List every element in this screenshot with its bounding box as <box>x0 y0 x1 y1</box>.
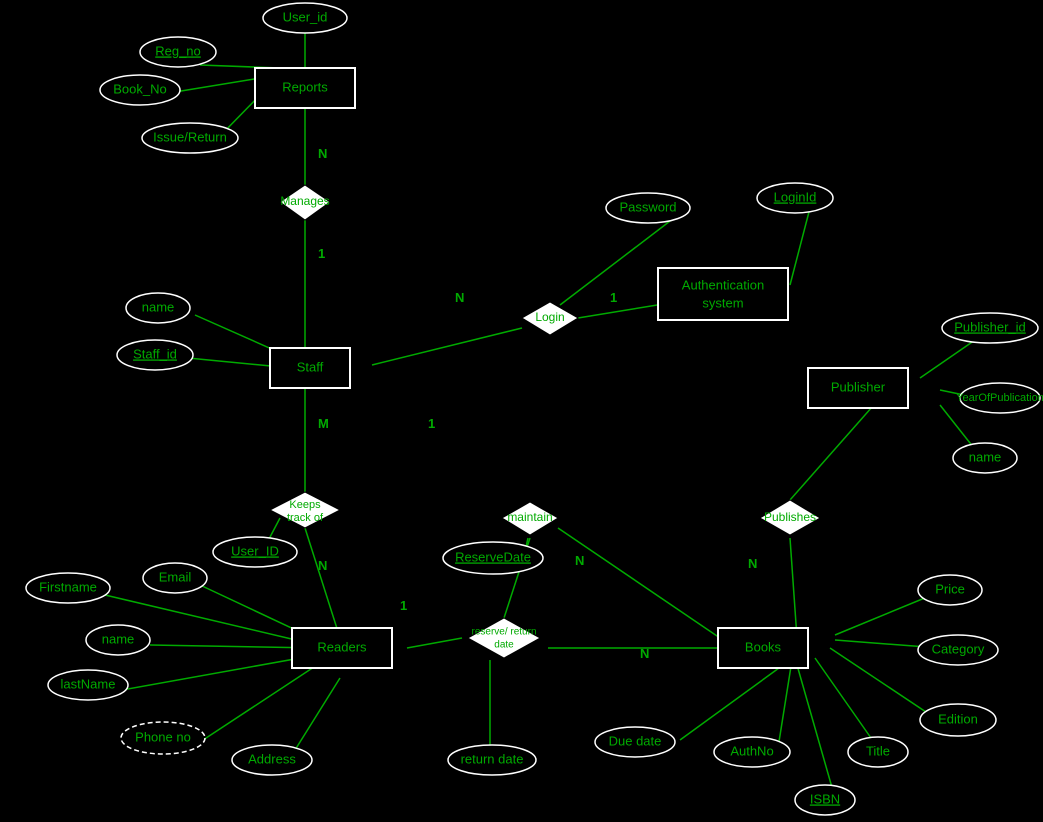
relationship-maintain-label: maintain <box>507 510 552 524</box>
attr-staff-name-label: name <box>142 299 175 314</box>
attr-category-label: Category <box>932 641 985 656</box>
attr-firstname-label: Firstname <box>39 579 97 594</box>
entity-books-label: Books <box>745 639 782 654</box>
attr-publisher-id-label: Publisher_id <box>954 319 1026 334</box>
attr-phone-no-label: Phone no <box>135 729 191 744</box>
entity-staff-label: Staff <box>297 359 324 374</box>
entity-auth-label: Authentication <box>682 277 764 292</box>
entity-reports-label: Reports <box>282 79 328 94</box>
attr-reserve-date-label: ReserveDate <box>455 549 531 564</box>
relationship-login-label: Login <box>535 310 564 324</box>
attr-book-no-label: Book_No <box>113 81 166 96</box>
attr-pub-name-label: name <box>969 449 1002 464</box>
attr-email-label: Email <box>159 569 192 584</box>
card-n-keeps-bottom: N <box>318 558 327 573</box>
attr-issue-return-label: Issue/Return <box>153 129 227 144</box>
card-n-books: N <box>640 646 649 661</box>
relationship-keeps-track-label: Keeps <box>289 499 321 511</box>
attr-edition-label: Edition <box>938 711 978 726</box>
er-diagram: Reports Staff Readers Authentication sys… <box>0 0 1043 822</box>
relationship-keeps-track-label2: track of <box>287 512 324 524</box>
relationship-publishes-label: Publishes <box>764 510 816 524</box>
card-n-manages-top: N <box>318 146 327 161</box>
relationship-manages-label: Manages <box>280 194 329 208</box>
entity-readers-label: Readers <box>317 639 367 654</box>
attr-login-id-label: LoginId <box>774 189 817 204</box>
attr-user-id-label: User_id <box>283 9 328 24</box>
card-1-login-auth: 1 <box>610 290 617 305</box>
attr-staff-id-label: Staff_id <box>133 346 177 361</box>
relationship-reserve-return-label: reserve/ return <box>471 627 536 638</box>
relationship-reserve-return-label2: date <box>494 640 514 651</box>
card-n-publishes: N <box>748 556 757 571</box>
attr-lastname-label: lastName <box>61 676 116 691</box>
entity-auth <box>658 268 788 320</box>
card-n-login-staff: N <box>455 290 464 305</box>
entity-auth-label2: system <box>702 295 743 310</box>
attr-price-label: Price <box>935 581 965 596</box>
attr-due-date-label: Due date <box>609 733 662 748</box>
card-m-keeps-track: M <box>318 416 329 431</box>
entity-publisher-label: Publisher <box>831 379 886 394</box>
attr-reg-no-label: Reg_no <box>155 43 201 58</box>
card-1-readers: 1 <box>400 598 407 613</box>
card-n-maintain: N <box>575 553 584 568</box>
attr-user-id2-label: User_ID <box>231 543 279 558</box>
attr-address-label: Address <box>248 751 296 766</box>
attr-password-label: Password <box>619 199 676 214</box>
attr-isbn-label: ISBN <box>810 791 840 806</box>
attr-reader-name-label: name <box>102 631 135 646</box>
card-1-manages-bottom: 1 <box>318 246 325 261</box>
attr-return-date-label: return date <box>461 751 524 766</box>
attr-year-pub-label: YearOfPublication <box>956 392 1043 404</box>
card-1-keeps-track: 1 <box>428 416 435 431</box>
attr-auth-no-label: AuthNo <box>730 743 773 758</box>
relationship-reserve-return <box>468 618 540 658</box>
attr-title-label: Title <box>866 743 890 758</box>
